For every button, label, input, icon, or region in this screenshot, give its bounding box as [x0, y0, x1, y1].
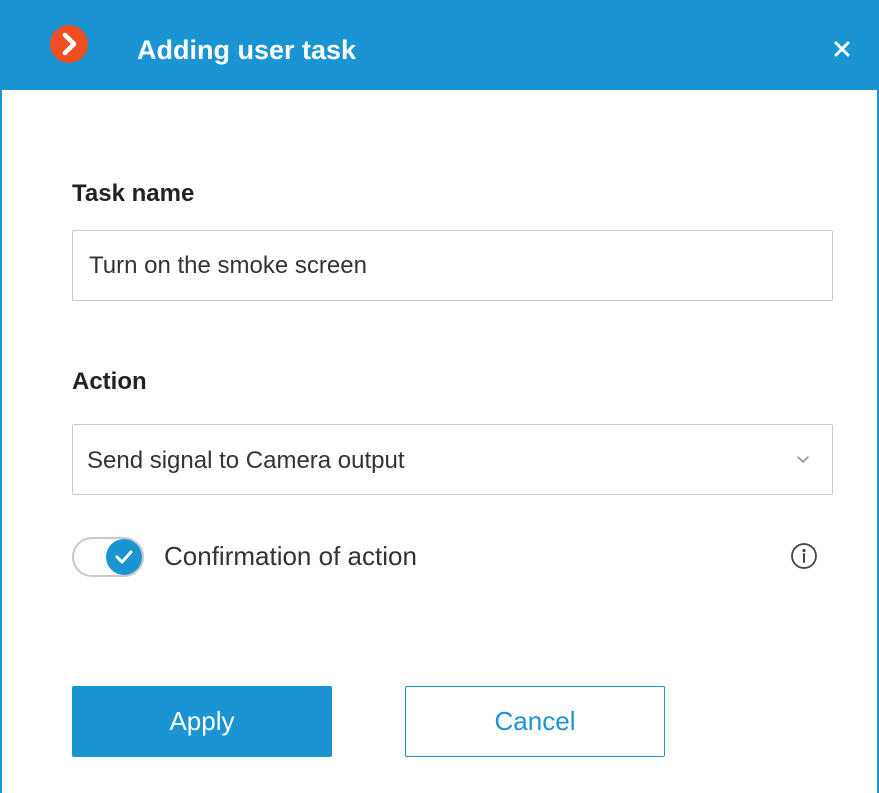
action-selected-value: Send signal to Camera output — [87, 447, 405, 474]
action-label: Action — [72, 368, 147, 395]
action-select[interactable]: Send signal to Camera output — [72, 424, 833, 495]
dialog-title: Adding user task — [137, 35, 357, 65]
chevron-down-icon — [797, 456, 809, 463]
task-name-field[interactable] — [72, 230, 833, 301]
title-bar: Adding user task — [2, 0, 877, 90]
confirmation-label: Confirmation of action — [164, 541, 417, 571]
add-user-task-dialog: Adding user task Task name Action Send s… — [0, 0, 879, 793]
close-icon[interactable] — [828, 35, 856, 63]
task-name-label: Task name — [72, 180, 195, 207]
cancel-button[interactable]: Cancel — [405, 686, 665, 757]
info-icon[interactable] — [790, 542, 818, 570]
check-icon — [115, 550, 133, 564]
apply-button[interactable]: Apply — [72, 686, 332, 757]
confirmation-toggle[interactable] — [72, 537, 144, 577]
app-logo-icon — [50, 25, 88, 63]
toggle-knob — [106, 539, 142, 575]
task-name-input[interactable] — [73, 231, 832, 300]
